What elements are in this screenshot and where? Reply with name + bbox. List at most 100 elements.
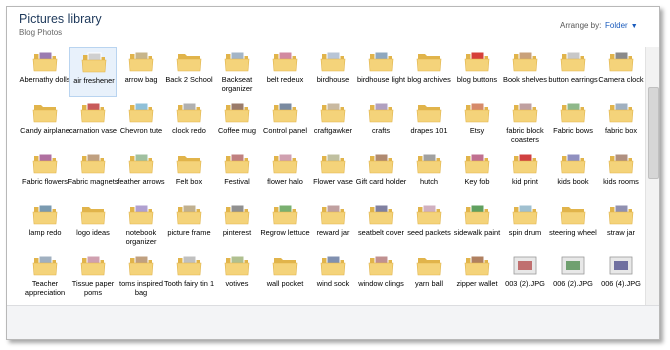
folder-item[interactable]: birdhouse light (357, 47, 405, 97)
library-header: Pictures library Blog Photos Arrange by:… (7, 7, 659, 47)
folder-item[interactable]: crafts (357, 98, 405, 148)
folder-icon (560, 153, 586, 174)
folder-item[interactable]: button earrings (548, 47, 598, 97)
folder-icon (320, 204, 346, 225)
folder-item[interactable]: yarn ball (405, 251, 453, 301)
folder-item[interactable]: Candy airplane (20, 98, 70, 148)
folder-item[interactable]: spin drum (501, 200, 549, 250)
folder-item[interactable]: window clings (357, 251, 405, 301)
folder-item[interactable]: blog archives (405, 47, 453, 97)
folder-item[interactable]: clock redo (165, 98, 213, 148)
folder-icon (272, 153, 298, 174)
chevron-down-icon: ▼ (630, 23, 638, 30)
folder-icon (464, 102, 490, 123)
arrange-by-dropdown[interactable]: Folder ▼ (605, 21, 638, 30)
folder-item[interactable]: air freshener (69, 47, 117, 97)
folder-icon (272, 51, 298, 72)
folder-item[interactable]: logo ideas (69, 200, 117, 250)
folder-item[interactable]: Tissue paper poms (69, 251, 117, 301)
folder-item[interactable]: Teacher appreciation (21, 251, 69, 301)
folder-item[interactable]: wind sock (309, 251, 357, 301)
folder-item[interactable]: craftgawker (309, 98, 357, 148)
folder-item[interactable]: belt redeux (261, 47, 309, 97)
folder-icon (272, 102, 298, 123)
folder-item[interactable]: Back 2 School (165, 47, 213, 97)
folder-item[interactable]: sidewalk paint (453, 200, 501, 250)
folder-item[interactable]: steering wheel (549, 200, 597, 250)
folder-item[interactable]: Fabric bows (549, 98, 597, 148)
folder-icon (128, 204, 154, 225)
folder-icon (368, 255, 394, 276)
folder-item[interactable]: flower halo (261, 149, 309, 199)
image-file-item[interactable]: 006 (2).JPG (549, 251, 597, 301)
scrollbar-thumb[interactable] (648, 87, 659, 179)
folder-icon (560, 207, 586, 225)
folder-item[interactable]: Etsy (453, 98, 501, 148)
folder-item[interactable]: blog buttons (453, 47, 501, 97)
folder-item[interactable]: kids book (549, 149, 597, 199)
folder-item[interactable]: arrow bag (117, 47, 165, 97)
folder-item[interactable]: Festival (213, 149, 261, 199)
folder-icon (320, 51, 346, 72)
folder-item[interactable]: pinterest (213, 200, 261, 250)
folder-item[interactable]: Regrow lettuce (260, 200, 310, 250)
folder-item[interactable]: Flower vase (309, 149, 357, 199)
folder-icon (224, 153, 250, 174)
folder-item[interactable]: notebook organizer (117, 200, 165, 250)
folder-icon (560, 51, 586, 72)
folder-icon (128, 51, 154, 72)
photo-thumbnail-icon (561, 256, 585, 275)
folder-item[interactable]: fabric block coasters (501, 98, 549, 148)
folder-item[interactable]: Tooth fairy tin 1 (164, 251, 214, 301)
folder-item[interactable]: Coffee mug (213, 98, 261, 148)
folder-icon (32, 204, 58, 225)
folder-item[interactable]: zipper wallet (453, 251, 501, 301)
folder-item[interactable]: Fabric magnets (68, 149, 118, 199)
folder-item[interactable]: Fabric flowers (21, 149, 69, 199)
folder-item[interactable]: Key fob (453, 149, 501, 199)
folder-icon (512, 102, 538, 123)
folder-icon (272, 258, 298, 276)
folder-item[interactable]: fabric box (597, 98, 645, 148)
folder-item[interactable]: wall pocket (261, 251, 309, 301)
image-file-item[interactable]: 003 (2).JPG (501, 251, 549, 301)
folder-item[interactable]: Chevron tute (117, 98, 165, 148)
folder-item[interactable]: Camera clock (597, 47, 645, 97)
folder-item[interactable]: Felt box (165, 149, 213, 199)
folder-item[interactable]: kids rooms (597, 149, 645, 199)
folder-item[interactable]: Backseat organizer (213, 47, 261, 97)
folder-item[interactable]: Control panel (261, 98, 309, 148)
item-label: straw jar (607, 228, 635, 237)
item-label: kids rooms (603, 177, 639, 186)
details-pane (7, 305, 659, 339)
folder-icon (32, 105, 58, 123)
folder-icon (224, 255, 250, 276)
folder-item[interactable]: Abernathy dolls (20, 47, 70, 97)
folder-icon (128, 255, 154, 276)
folder-icon (512, 51, 538, 72)
folder-item[interactable]: Gift card holder (356, 149, 406, 199)
folder-item[interactable]: votives (213, 251, 261, 301)
folder-item[interactable]: carnation vase (69, 98, 117, 148)
image-file-item[interactable]: 006 (4).JPG (597, 251, 645, 301)
folder-icon (80, 102, 106, 123)
folder-icon (512, 204, 538, 225)
folder-item[interactable]: hutch (405, 149, 453, 199)
folder-item[interactable]: straw jar (597, 200, 645, 250)
arrange-by-label: Arrange by: (560, 21, 602, 30)
folder-item[interactable]: toms inspired bag (117, 251, 165, 301)
folder-item[interactable]: lamp redo (21, 200, 69, 250)
folder-icon (464, 51, 490, 72)
vertical-scrollbar[interactable] (645, 47, 659, 305)
folder-item[interactable]: seatbelt cover (357, 200, 405, 250)
folder-item[interactable]: Book shelves (501, 47, 549, 97)
folder-item[interactable]: birdhouse (309, 47, 357, 97)
folder-item[interactable]: picture frame (165, 200, 213, 250)
folder-item[interactable]: feather arrows (117, 149, 165, 199)
folder-icon (320, 102, 346, 123)
folder-icon (464, 255, 490, 276)
folder-item[interactable]: kid print (501, 149, 549, 199)
folder-item[interactable]: reward jar (309, 200, 357, 250)
folder-item[interactable]: drapes 101 (405, 98, 453, 148)
folder-item[interactable]: seed packets (405, 200, 453, 250)
